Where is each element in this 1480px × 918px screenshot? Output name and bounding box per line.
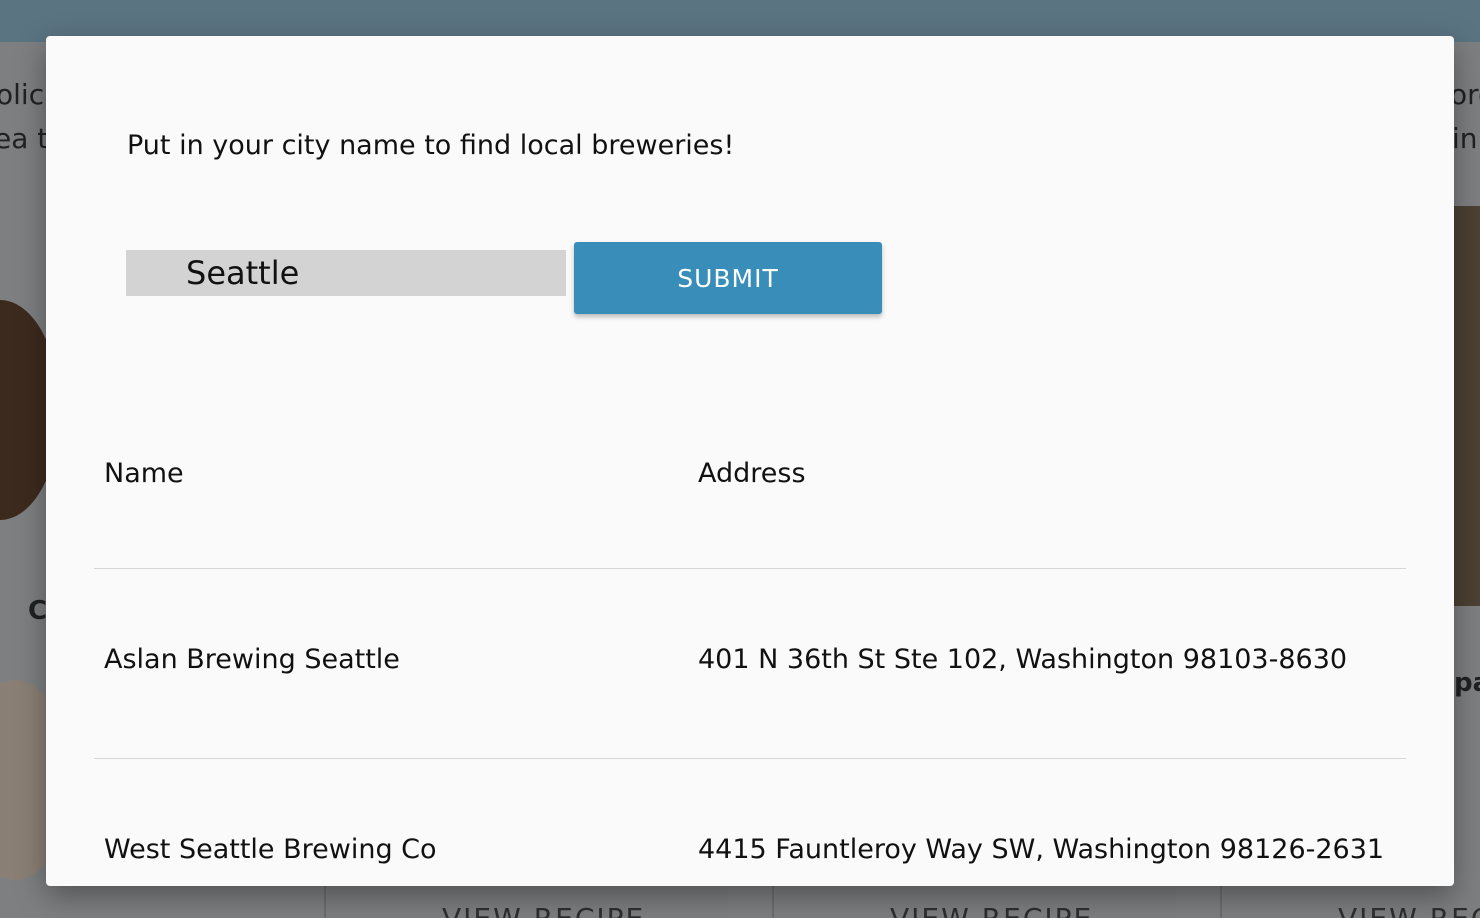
name-column-header: Name: [104, 458, 184, 489]
table-row: West Seattle Brewing Co 4415 Fauntleroy …: [94, 759, 1406, 886]
view-recipe-link[interactable]: VIEW RECIPE: [442, 902, 645, 918]
background-text-line: ore: [1450, 78, 1480, 111]
view-recipe-link[interactable]: VIEW RECIPE: [1338, 902, 1480, 918]
breweries-table: Name Address Aslan Brewing Seattle 401 N…: [94, 434, 1406, 886]
brewery-name: Aslan Brewing Seattle: [104, 644, 400, 675]
background-text-line: in: [1452, 122, 1478, 155]
table-row: Aslan Brewing Seattle 401 N 36th St Ste …: [94, 569, 1406, 759]
table-header-row: Name Address: [94, 434, 1406, 569]
view-recipe-link[interactable]: VIEW RECIPE: [890, 902, 1093, 918]
address-column-header: Address: [698, 458, 806, 489]
brewery-name: West Seattle Brewing Co: [104, 834, 437, 865]
background-card: VIEW RECIPE: [324, 886, 728, 918]
submit-button[interactable]: SUBMIT: [574, 242, 882, 314]
background-card-title: pa: [1454, 668, 1480, 698]
background-card: VIEW RECIPE: [772, 886, 1176, 918]
brewery-address: 401 N 36th St Ste 102, Washington 98103-…: [698, 644, 1348, 675]
search-prompt: Put in your city name to find local brew…: [127, 130, 735, 161]
brewery-search-modal: Put in your city name to find local brew…: [46, 36, 1454, 886]
background-card: VIEW RECIPE: [1220, 886, 1480, 918]
city-input[interactable]: [126, 250, 566, 296]
background-food-image: [1454, 206, 1480, 606]
brewery-address: 4415 Fauntleroy Way SW, Washington 98126…: [698, 834, 1385, 865]
